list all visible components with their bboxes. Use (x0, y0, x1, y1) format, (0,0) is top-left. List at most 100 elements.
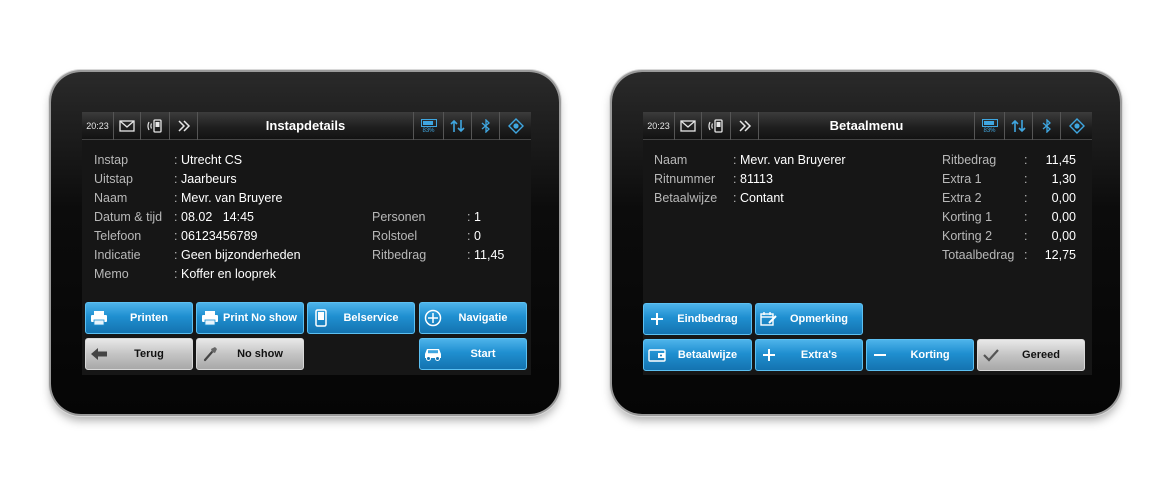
mail-icon[interactable] (114, 112, 141, 140)
detail-row-indicatie: Indicatie : Geen bijzonderheden (94, 248, 324, 264)
battery-icon: 83% (974, 112, 1004, 140)
detail-row-naam: Naam : Mevr. van Bruyerer (654, 153, 884, 169)
forward-icon[interactable] (170, 112, 198, 140)
amount-value: 0,00 (1051, 191, 1076, 205)
detail-label: Uitstap (94, 172, 133, 186)
amount-row-ritbedrag: Ritbedrag : 11,45 (942, 153, 1087, 169)
amount-separator: : (1024, 172, 1028, 186)
mail-icon[interactable] (675, 112, 702, 140)
screen-instapdetails: 20:23 Instapdetails 83% Instap: Utrecht… (82, 112, 531, 375)
belservice-label: Belservice (343, 312, 399, 324)
print-no-show-button[interactable]: Print No show (196, 302, 304, 334)
terug-label: Terug (134, 348, 164, 360)
printer-icon (197, 303, 223, 333)
tablet-left: 20:23 Instapdetails 83% Instap: Utrecht… (51, 72, 559, 414)
detail-value: Utrecht CS (181, 153, 243, 167)
detail-value: Koffer en looprek (181, 267, 276, 281)
amount-value: 12,75 (1044, 248, 1076, 262)
detail-separator: : (174, 172, 178, 186)
amount-row-totaalbedrag: Totaalbedrag : 12,75 (942, 248, 1087, 264)
amount-label: Ritbedrag (942, 153, 997, 167)
printen-button[interactable]: Printen (85, 302, 193, 334)
detail-separator: : (467, 210, 471, 224)
detail-value: Mevr. van Bruyere (181, 191, 283, 205)
opmerking-label: Opmerking (789, 313, 849, 325)
screen-betaalmenu: 20:23 Betaalmenu 83% Naam: Mevr. van Br… (643, 112, 1092, 375)
detail-label: Rolstoel (372, 229, 418, 243)
no-show-button[interactable]: No show (196, 338, 304, 370)
mobile-phone-icon (308, 303, 334, 333)
amount-row-korting-2: Korting 2 : 0,00 (942, 229, 1087, 245)
gereed-label: Gereed (1022, 349, 1060, 361)
detail-separator: : (174, 210, 178, 224)
bluetooth-icon (471, 112, 499, 140)
gps-icon (1060, 112, 1092, 140)
amount-row-extra-2: Extra 2 : 0,00 (942, 191, 1087, 207)
opmerking-button[interactable]: Opmerking (755, 303, 863, 335)
detail-value: Contant (740, 191, 784, 205)
detail-separator: : (467, 229, 471, 243)
phone-signal-icon[interactable] (702, 112, 731, 140)
forward-icon[interactable] (731, 112, 759, 140)
detail-label: Telefoon (94, 229, 142, 243)
no-show-label: No show (237, 348, 283, 360)
detail-separator: : (174, 229, 178, 243)
extras-button[interactable]: Extra's (755, 339, 863, 371)
amount-label: Totaalbedrag (942, 248, 1015, 262)
eindbedrag-button[interactable]: Eindbedrag (643, 303, 752, 335)
back-arrow-icon (86, 339, 112, 369)
detail-row-datum: Datum & tijd : 08.02 14:45 (94, 210, 294, 226)
detail-separator: : (174, 267, 178, 281)
extras-label: Extra's (800, 349, 838, 361)
navigatie-label: Navigatie (458, 312, 508, 324)
amount-separator: : (1024, 248, 1028, 262)
betaalwijze-button[interactable]: Betaalwijze (643, 339, 752, 371)
amount-value: 11,45 (1045, 153, 1076, 167)
bluetooth-icon (1032, 112, 1060, 140)
amount-row-extra-1: Extra 1 : 1,30 (942, 172, 1087, 188)
detail-label: Betaalwijze (654, 191, 718, 205)
clock: 20:23 (82, 112, 114, 140)
detail-value: 0 (474, 229, 481, 243)
status-bar: 20:23 Betaalmenu 83% (643, 112, 1092, 140)
plus-icon (644, 304, 670, 334)
data-transfer-icon (443, 112, 471, 140)
compass-icon (420, 303, 446, 333)
detail-separator: : (174, 248, 178, 262)
korting-button[interactable]: Korting (866, 339, 974, 371)
detail-value: Jaarbeurs (181, 172, 237, 186)
start-label: Start (470, 348, 496, 360)
amount-row-korting-1: Korting 1 : 0,00 (942, 210, 1087, 226)
amount-separator: : (1024, 229, 1028, 243)
detail-row-betaalwijze: Betaalwijze : Contant (654, 191, 884, 207)
plus-icon (756, 340, 782, 370)
battery-percent: 83% (983, 127, 996, 134)
calendar-edit-icon (756, 304, 782, 334)
detail-label: Datum & tijd (94, 210, 163, 224)
clock-text: 20:23 (647, 121, 670, 131)
minus-icon (867, 340, 893, 370)
car-icon (420, 339, 446, 369)
detail-row-instap: Instap : Utrecht CS (94, 153, 294, 169)
detail-row-telefoon: Telefoon : 06123456789 (94, 229, 294, 245)
phone-signal-icon[interactable] (141, 112, 170, 140)
screen-title: Instapdetails (265, 118, 346, 133)
detail-value: Geen bijzonderheden (181, 248, 301, 262)
printer-icon (86, 303, 112, 333)
belservice-button[interactable]: Belservice (307, 302, 415, 334)
print-no-show-label: Print No show (223, 312, 297, 324)
detail-label: Memo (94, 267, 129, 281)
detail-separator: : (467, 248, 471, 262)
detail-value: 81113 (740, 172, 773, 186)
amount-value: 0,00 (1051, 229, 1076, 243)
detail-row-memo: Memo : Koffer en looprek (94, 267, 324, 283)
detail-row-rolstoel: Rolstoel : 0 (372, 229, 522, 245)
screen-title: Betaalmenu (829, 118, 904, 133)
navigatie-button[interactable]: Navigatie (419, 302, 527, 334)
terug-button[interactable]: Terug (85, 338, 193, 370)
start-button[interactable]: Start (419, 338, 527, 370)
amount-label: Korting 1 (942, 210, 993, 224)
data-transfer-icon (1004, 112, 1032, 140)
amount-label: Korting 2 (942, 229, 993, 243)
gereed-button[interactable]: Gereed (977, 339, 1085, 371)
